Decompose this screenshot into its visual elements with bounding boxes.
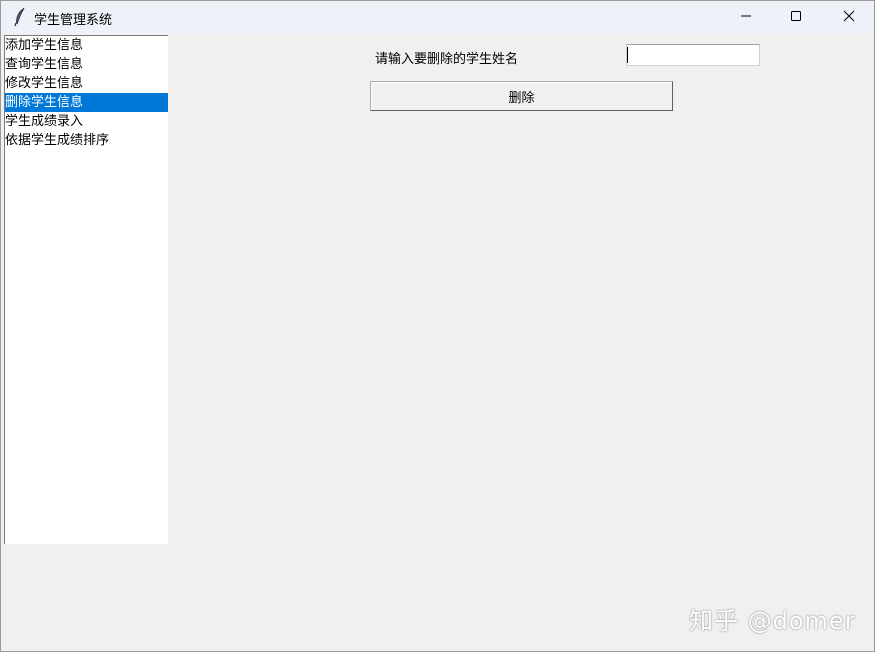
window-title: 学生管理系统 bbox=[34, 13, 113, 28]
list-item-score-entry[interactable]: 学生成绩录入 bbox=[5, 112, 168, 131]
student-name-input[interactable] bbox=[626, 44, 760, 66]
list-item-modify-student[interactable]: 修改学生信息 bbox=[5, 74, 168, 93]
student-name-label: 请输入要删除的学生姓名 bbox=[375, 52, 519, 67]
title-bar[interactable]: 学生管理系统 bbox=[1, 1, 874, 34]
close-button[interactable] bbox=[824, 1, 874, 34]
list-item-add-student[interactable]: 添加学生信息 bbox=[5, 36, 168, 55]
list-item-delete-student[interactable]: 删除学生信息 bbox=[5, 93, 168, 112]
maximize-icon bbox=[790, 10, 802, 26]
app-window: 学生管理系统 添加学生信息 查询学生信息 修改学生信息 删除学生信息 学生成绩录… bbox=[0, 0, 875, 652]
close-icon bbox=[843, 10, 855, 26]
maximize-button[interactable] bbox=[771, 1, 821, 34]
text-caret bbox=[627, 47, 628, 63]
list-item-sort-by-score[interactable]: 依据学生成绩排序 bbox=[5, 131, 168, 150]
menu-listbox[interactable]: 添加学生信息 查询学生信息 修改学生信息 删除学生信息 学生成绩录入 依据学生成… bbox=[4, 35, 168, 544]
watermark: 知乎 @domer bbox=[689, 607, 856, 635]
feather-icon bbox=[12, 7, 28, 27]
minimize-icon bbox=[740, 10, 752, 26]
delete-button[interactable]: 删除 bbox=[370, 81, 673, 111]
list-item-query-student[interactable]: 查询学生信息 bbox=[5, 55, 168, 74]
minimize-button[interactable] bbox=[721, 1, 771, 34]
